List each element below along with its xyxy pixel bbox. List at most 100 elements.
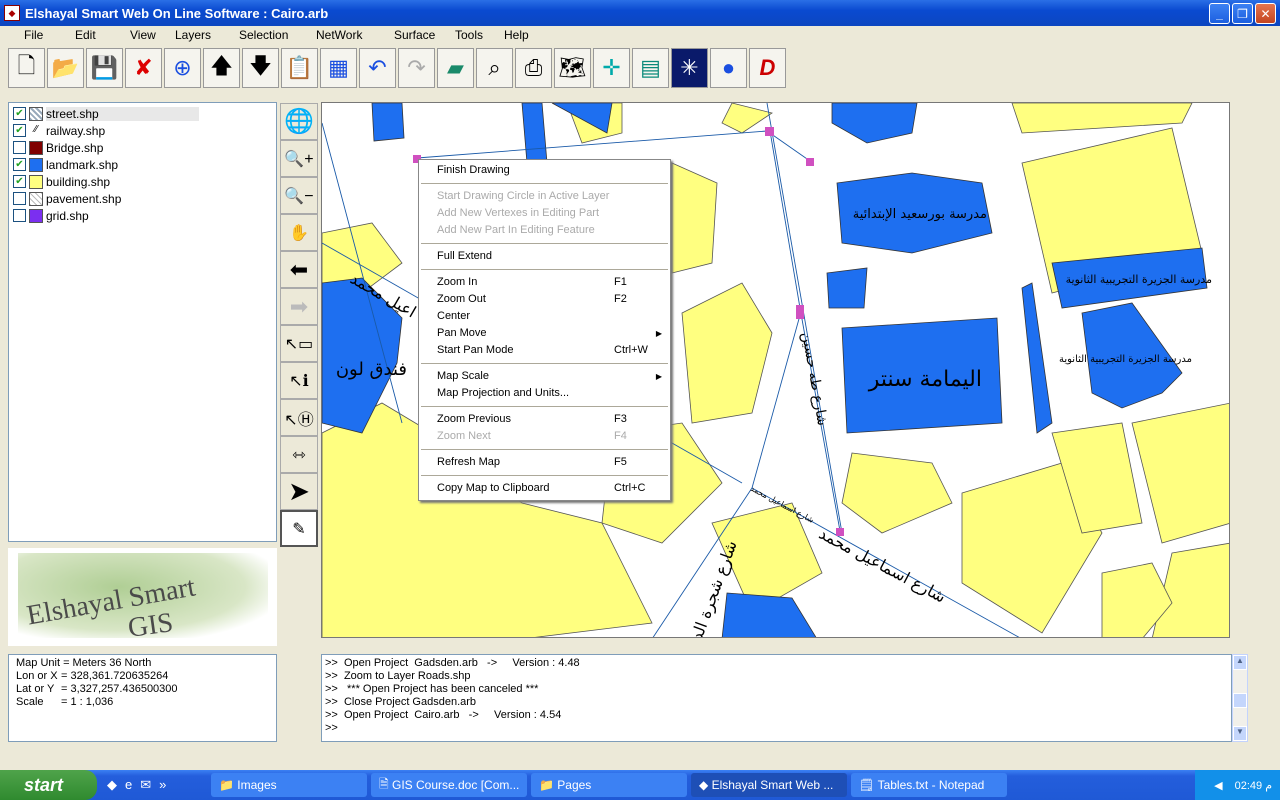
context-menu-item[interactable]: Zoom Next F4 [419, 428, 670, 445]
open-folder-icon[interactable]: 📂 [47, 48, 84, 88]
layer-item[interactable]: ✔ street.shp [9, 105, 276, 122]
context-menu-item[interactable]: Map Scale ▶ [419, 368, 670, 385]
layer-item[interactable]: Bridge.shp [9, 139, 276, 156]
back-arrow-icon[interactable]: ⬅ [280, 251, 318, 288]
scroll-thumb[interactable] [1233, 693, 1247, 708]
context-menu-item[interactable]: Center [419, 308, 670, 325]
attribute-table-icon[interactable]: ▦ [320, 48, 357, 88]
menu-network[interactable]: NetWork [316, 28, 362, 42]
move-up-icon[interactable]: 🡅 [203, 48, 240, 88]
log-scrollbar[interactable]: ▲ ▼ [1232, 654, 1248, 742]
context-menu-item[interactable]: Refresh Map F5 [419, 454, 670, 471]
layer-checkbox[interactable] [13, 141, 26, 154]
delete-icon[interactable]: ✘ [125, 48, 162, 88]
layer-symbol-icon [29, 191, 43, 206]
context-menu-item[interactable]: Add New Vertexes in Editing Part [419, 205, 670, 222]
context-menu-item[interactable]: Add New Part In Editing Feature [419, 222, 670, 239]
menu-file[interactable]: File [24, 28, 43, 42]
pencil-edit-icon[interactable]: ✎ [280, 510, 318, 547]
new-file-icon[interactable]: 🗋 [8, 48, 45, 88]
layer-checkbox[interactable]: ✔ [13, 107, 26, 120]
pointer-icon[interactable]: ➤ [280, 473, 318, 510]
layer-checkbox[interactable]: ✔ [13, 175, 26, 188]
menu-view[interactable]: View [130, 28, 156, 42]
scale-label: Scale [16, 696, 44, 708]
editor-d-icon[interactable]: D [749, 48, 786, 88]
map-label-street2: شارع طه حسين [798, 331, 830, 427]
start-button[interactable]: start [0, 770, 97, 800]
context-menu-item[interactable]: Start Drawing Circle in Active Layer [419, 188, 670, 205]
layer-checkbox[interactable]: ✔ [13, 124, 26, 137]
full-extent-globe-icon[interactable]: 🌐 [280, 103, 318, 140]
print-icon[interactable]: ⎙ [515, 48, 552, 88]
pan-hand-icon[interactable]: ✋ [280, 214, 318, 251]
layer-item[interactable]: pavement.shp [9, 190, 276, 207]
move-down-icon[interactable]: 🡇 [242, 48, 279, 88]
layer-item[interactable]: ✔ building.shp [9, 173, 276, 190]
layer-item[interactable]: grid.shp [9, 207, 276, 224]
context-menu-item[interactable]: Copy Map to Clipboard Ctrl+C [419, 480, 670, 497]
context-menu-item[interactable]: Start Pan Mode Ctrl+W [419, 342, 670, 359]
close-button[interactable]: ✕ [1255, 3, 1276, 24]
scroll-up-icon[interactable]: ▲ [1233, 655, 1247, 670]
map-export-icon[interactable]: 🗺 [554, 48, 591, 88]
layer-checkbox[interactable] [13, 192, 26, 205]
task-elshayal[interactable]: ◆ Elshayal Smart Web ... [691, 773, 847, 797]
app-logo: Elshayal Smart GIS [8, 548, 277, 646]
menu-separator [421, 475, 668, 476]
google-earth-icon[interactable]: ● [710, 48, 747, 88]
restore-button[interactable]: ❐ [1232, 3, 1253, 24]
find-binoculars-icon[interactable]: ⌕ [476, 48, 513, 88]
menu-help[interactable]: Help [504, 28, 529, 42]
menu-item-shortcut: F3 [614, 413, 627, 425]
add-layer-icon[interactable]: ⊕ [164, 48, 201, 88]
redo-icon[interactable]: ↷ [398, 48, 435, 88]
zoom-in-icon[interactable]: 🔍+ [280, 140, 318, 177]
scroll-down-icon[interactable]: ▼ [1233, 726, 1247, 741]
context-menu-item[interactable]: Zoom Previous F3 [419, 411, 670, 428]
hyperlink-icon[interactable]: ↖Ⓗ [280, 399, 318, 436]
snap-icon[interactable]: ✛ [593, 48, 630, 88]
layer-item[interactable]: ✔ landmark.shp [9, 156, 276, 173]
context-menu-item[interactable]: Full Extend [419, 248, 670, 265]
menu-item-label: Pan Move [437, 327, 487, 339]
app-quicklaunch-icon[interactable]: ◆ [107, 777, 117, 793]
menu-layers[interactable]: Layers [175, 28, 211, 42]
menu-selection[interactable]: Selection [239, 28, 288, 42]
task-images[interactable]: 📁 Images [211, 773, 367, 797]
layer-name: landmark.shp [46, 157, 119, 172]
context-menu-item[interactable]: Pan Move ▶ [419, 325, 670, 342]
identify-icon[interactable]: ↖ℹ [280, 362, 318, 399]
layer-name: railway.shp [46, 123, 106, 138]
outlook-quicklaunch-icon[interactable]: ✉ [140, 777, 151, 793]
measure-icon[interactable]: ⇿ [280, 436, 318, 473]
select-rect-icon[interactable]: ↖▭ [280, 325, 318, 362]
layer-item[interactable]: ✔ ⁄∕ railway.shp [9, 122, 276, 139]
submenu-arrow-icon: ▶ [655, 372, 662, 381]
sky-grid-icon[interactable]: ✳ [671, 48, 708, 88]
layer-checkbox[interactable]: ✔ [13, 158, 26, 171]
forward-arrow-icon[interactable]: ➡ [280, 288, 318, 325]
context-menu-item[interactable]: Zoom In F1 [419, 274, 670, 291]
tray-arrow-icon[interactable]: ◀ [1214, 779, 1222, 792]
menu-item-label: Finish Drawing [437, 164, 510, 176]
zoom-out-icon[interactable]: 🔍− [280, 177, 318, 214]
layer-properties-icon[interactable]: 📋 [281, 48, 318, 88]
calculator-icon[interactable]: ▤ [632, 48, 669, 88]
layer-checkbox[interactable] [13, 209, 26, 222]
eraser-icon[interactable]: ▰ [437, 48, 474, 88]
undo-icon[interactable]: ↶ [359, 48, 396, 88]
menu-tools[interactable]: Tools [455, 28, 483, 42]
task-notepad[interactable]: 🗒 Tables.txt - Notepad [851, 773, 1007, 797]
context-menu-item[interactable]: Finish Drawing [419, 162, 670, 179]
menu-surface[interactable]: Surface [394, 28, 435, 42]
more-quicklaunch-icon[interactable]: » [159, 777, 166, 793]
task-pages[interactable]: 📁 Pages [531, 773, 687, 797]
menu-edit[interactable]: Edit [75, 28, 96, 42]
task-gis-course[interactable]: 🗎 GIS Course.doc [Com... [371, 773, 527, 797]
save-icon[interactable]: 💾 [86, 48, 123, 88]
ie-quicklaunch-icon[interactable]: e [125, 777, 132, 793]
context-menu-item[interactable]: Map Projection and Units... [419, 385, 670, 402]
minimize-button[interactable]: _ [1209, 3, 1230, 24]
context-menu-item[interactable]: Zoom Out F2 [419, 291, 670, 308]
